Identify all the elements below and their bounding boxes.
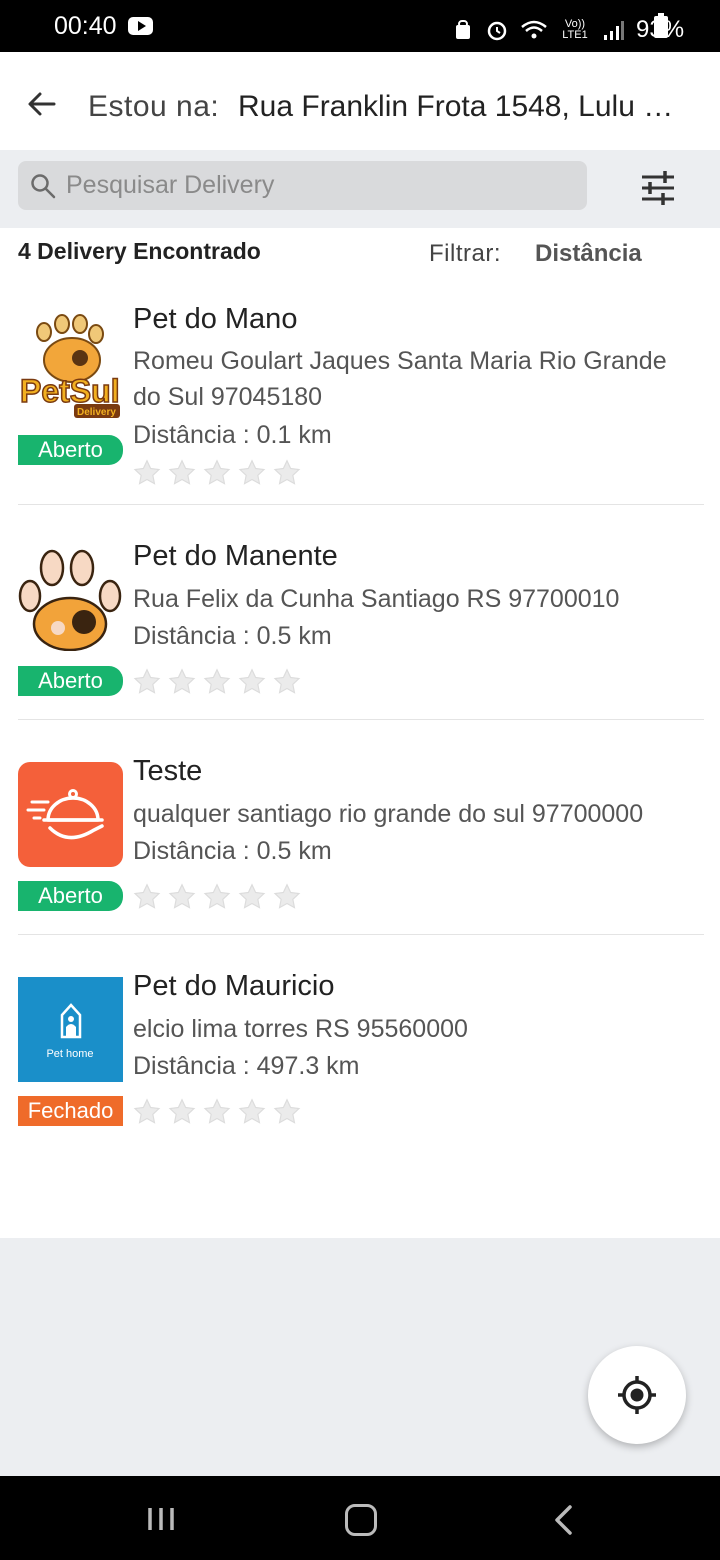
star-icon [203,459,231,485]
store-distance: Distância : 0.1 km [133,421,332,449]
rating-stars [133,1098,301,1126]
star-icon [273,1098,301,1124]
food-delivery-icon [18,762,123,867]
star-icon [133,668,161,694]
star-icon [203,668,231,694]
results-count: 4 Delivery Encontrado [18,238,261,264]
star-icon [238,459,266,485]
header: Estou na: Rua Franklin Frota 1548, Lulu … [0,52,720,150]
list-item[interactable]: Pet home Fechado Pet do Mauricio elcio l… [0,968,720,1148]
search-box[interactable] [18,161,587,210]
filter-label: Filtrar: [429,240,501,267]
current-address[interactable]: Rua Franklin Frota 1548, Lulu Guimarães [238,90,690,124]
store-address: qualquer santiago rio grande do sul 9770… [133,800,644,828]
crosshair-icon [618,1376,656,1414]
store-name: Teste [133,755,203,787]
list-item[interactable]: Aberto Teste qualquer santiago rio grand… [0,753,720,933]
star-icon [133,1098,161,1124]
signal-icon [604,21,624,40]
list-item[interactable]: PetSul Delivery Aberto Pet do Mano Romeu… [0,300,720,500]
star-icon [273,668,301,694]
wifi-icon [521,20,547,39]
star-icon [133,883,161,909]
logo-text: Pet home [46,1048,93,1060]
logo-subtext: Delivery [77,407,116,418]
my-location-button[interactable] [588,1346,686,1444]
store-name: Pet do Mauricio [133,970,335,1002]
store-name: Pet do Mano [133,303,298,335]
star-icon [238,883,266,909]
home-icon[interactable] [345,1504,377,1536]
search-input[interactable] [66,161,576,210]
divider [18,719,704,720]
store-distance: Distância : 0.5 km [133,837,332,865]
system-navigation-bar [0,1476,720,1560]
star-icon [203,883,231,909]
status-badge: Aberto [18,435,123,465]
search-bar [0,150,720,228]
filter-settings-icon[interactable] [638,168,678,208]
status-time: 00:40 [54,12,117,40]
rating-stars [133,883,301,911]
location-label: Estou na: [88,90,220,123]
store-name: Pet do Manente [133,540,338,572]
search-icon [31,174,56,199]
star-icon [238,668,266,694]
status-badge: Aberto [18,881,123,911]
star-icon [168,883,196,909]
logo-text: PetSul [20,373,120,409]
star-icon [273,883,301,909]
vpn-icon [456,20,470,39]
star-icon [238,1098,266,1124]
pet-home-logo: Pet home [18,977,123,1082]
star-icon [133,459,161,485]
store-address: Rua Felix da Cunha Santiago RS 97700010 [133,585,620,613]
store-address: elcio lima torres RS 95560000 [133,1015,468,1043]
status-badge: Fechado [18,1096,123,1126]
battery-icon [654,13,668,38]
alarm-icon [487,21,507,41]
recent-apps-icon[interactable] [147,1506,175,1532]
divider [18,504,704,505]
list-item[interactable]: Aberto Pet do Manente Rua Felix da Cunha… [0,538,720,718]
filter-dropdown[interactable]: Distância [535,240,642,268]
store-logo: PetSul Delivery [19,314,120,418]
divider [18,934,704,935]
network-type-label: Vo)) LTE1 [562,18,588,41]
store-address: Romeu Goulart Jaques Santa Maria Rio Gra… [133,347,667,411]
star-icon [168,1098,196,1124]
star-icon [168,668,196,694]
store-distance: Distância : 497.3 km [133,1052,360,1080]
youtube-icon [128,17,153,35]
rating-stars [133,668,301,696]
store-logo [18,549,122,651]
store-distance: Distância : 0.5 km [133,622,332,650]
back-arrow-icon[interactable] [26,88,58,120]
star-icon [203,1098,231,1124]
nav-back-icon[interactable] [552,1504,574,1536]
status-badge: Aberto [18,666,123,696]
star-icon [273,459,301,485]
rating-stars [133,459,301,487]
status-bar: 00:40 Vo)) LTE1 93% [0,0,720,52]
star-icon [168,459,196,485]
